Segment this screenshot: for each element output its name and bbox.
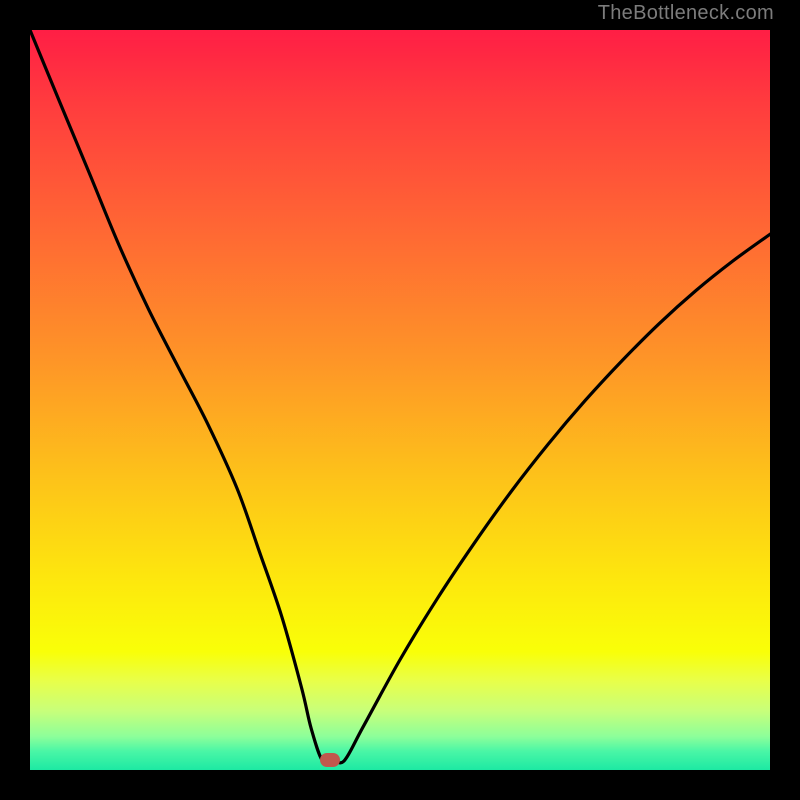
chart-frame: TheBottleneck.com xyxy=(0,0,800,800)
plot-area xyxy=(30,30,770,770)
bottleneck-curve xyxy=(30,30,770,770)
watermark-text: TheBottleneck.com xyxy=(598,2,774,25)
optimal-point-marker xyxy=(320,753,340,767)
